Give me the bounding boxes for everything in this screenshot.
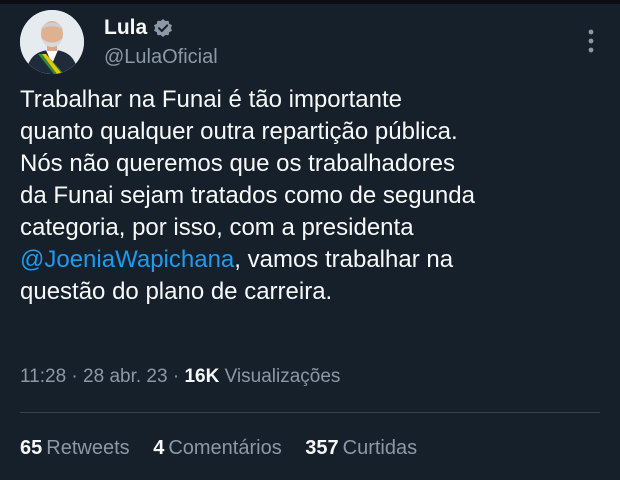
author-handle[interactable]: @LulaOficial [104, 46, 218, 69]
mention-link[interactable]: @JoeniaWapichana [20, 246, 234, 273]
likes-stat[interactable]: 357 Curtidas [305, 437, 417, 460]
comments-stat[interactable]: 4 Comentários [153, 437, 282, 460]
likes-label: Curtidas [342, 437, 418, 459]
tweet-text: Trabalhar na Funai é tão importante quan… [20, 84, 605, 308]
tweet-stats: 65 Retweets 4 Comentários 357 Curtidas [20, 437, 435, 460]
tweet-line: quanto qualquer outra repartição pública… [20, 118, 458, 145]
tweet-line: questão do plano de carreira. [20, 278, 333, 305]
avatar[interactable] [20, 10, 84, 74]
comments-label: Comentários [168, 437, 282, 459]
author-name[interactable]: Lula [104, 16, 147, 40]
tweet-date[interactable]: 28 abr. 23 [83, 366, 168, 387]
tweet-line: Nós não queremos que os trabalhadores [20, 150, 455, 177]
meta-separator: · [66, 366, 84, 387]
tweet-time[interactable]: 11:28 [20, 366, 66, 387]
verified-badge-icon [153, 18, 173, 38]
tweet-line: da Funai sejam tratados como de segunda [20, 182, 475, 209]
retweets-count: 65 [20, 437, 43, 459]
retweets-stat[interactable]: 65 Retweets [20, 437, 130, 460]
author-name-row: Lula [104, 16, 173, 40]
tweet-card: Lula @LulaOficial Trabalhar na Funai é t… [0, 0, 620, 480]
likes-count: 357 [305, 437, 339, 459]
avatar-image [20, 10, 84, 74]
tweet-meta: 11:28 · 28 abr. 23 · 16K Visualizações [20, 366, 340, 388]
views-count: 16K [184, 366, 220, 387]
more-options-icon[interactable] [588, 28, 594, 54]
divider [20, 412, 600, 413]
meta-separator: · [167, 366, 185, 387]
views-label: Visualizações [219, 366, 341, 387]
tweet-header: Lula @LulaOficial [20, 10, 600, 80]
comments-count: 4 [153, 437, 165, 459]
tweet-line-mention: @JoeniaWapichana, vamos trabalhar na [20, 244, 605, 276]
tweet-line: categoria, por isso, com a presidenta [20, 214, 414, 241]
tweet-line: Trabalhar na Funai é tão importante [20, 86, 402, 113]
tweet-line-rest: , vamos trabalhar na [234, 246, 454, 273]
retweets-label: Retweets [46, 437, 130, 459]
